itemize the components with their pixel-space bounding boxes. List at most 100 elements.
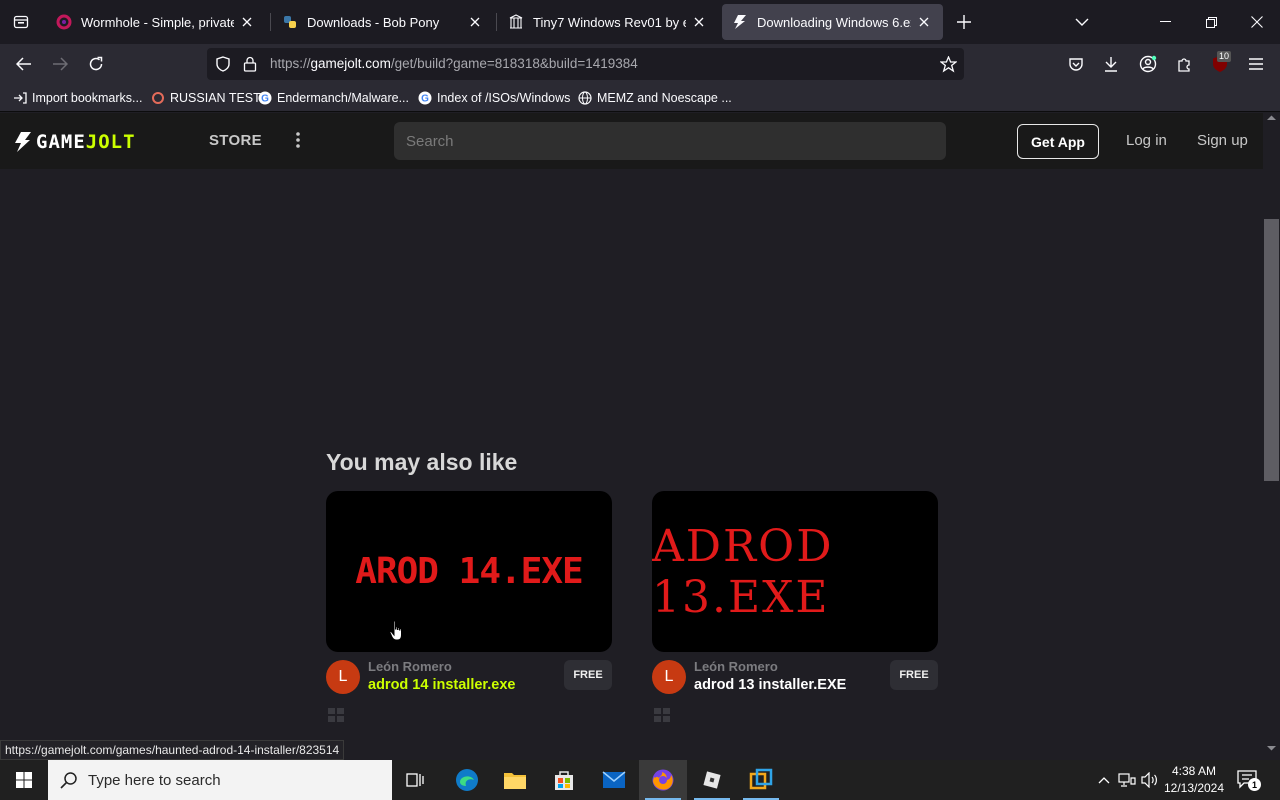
download-icon <box>1105 57 1117 72</box>
firefox-icon <box>652 769 674 791</box>
tracking-protection-shield-icon[interactable] <box>215 56 231 72</box>
game-card-adrod-14[interactable]: AROD 14.EXE L León Romero adrod 14 insta… <box>326 491 612 722</box>
price-badge: FREE <box>890 660 938 690</box>
action-center-button[interactable]: 1 <box>1236 768 1261 792</box>
taskbar-virtual-machine[interactable] <box>737 760 785 800</box>
bookmark-label: RUSSIAN TEST <box>170 91 261 105</box>
thumbnail-text: ADROD 13.EXE <box>652 520 834 623</box>
address-bar[interactable]: https://gamejolt.com/get/build?game=8183… <box>207 48 964 80</box>
close-window-button[interactable] <box>1234 0 1280 44</box>
taskbar-mail[interactable] <box>590 760 638 800</box>
extensions-button[interactable] <box>1168 48 1200 80</box>
author-name[interactable]: León Romero <box>368 659 452 674</box>
tab-wormhole[interactable]: Wormhole - Simple, private file <box>46 4 266 40</box>
store-link[interactable]: STORE <box>209 132 262 149</box>
system-clock[interactable]: 4:38 AM 12/13/2024 <box>1160 763 1228 797</box>
game-thumbnail[interactable]: ADROD 13.EXE <box>652 491 938 652</box>
archive-favicon-icon <box>508 14 524 30</box>
taskbar-edge[interactable] <box>443 760 491 800</box>
navigation-toolbar: https://gamejolt.com/get/build?game=8183… <box>0 44 1280 84</box>
mail-icon <box>602 771 626 788</box>
bookmark-star-button[interactable] <box>938 54 958 74</box>
scrollbar-thumb[interactable] <box>1264 219 1279 481</box>
taskbar-file-explorer[interactable] <box>491 760 539 800</box>
account-icon <box>1139 55 1157 73</box>
lock-icon[interactable] <box>243 56 257 72</box>
game-card-adrod-13[interactable]: ADROD 13.EXE L León Romero adrod 13 inst… <box>652 491 938 722</box>
bookmark-memz[interactable]: MEMZ and Noescape ... <box>577 90 732 106</box>
close-tab-icon[interactable] <box>915 13 933 31</box>
arrow-left-icon <box>16 57 31 71</box>
get-app-button[interactable]: Get App <box>1017 124 1099 159</box>
google-icon: G <box>257 90 273 106</box>
google-icon: G <box>417 90 433 106</box>
tab-downloads-bob-pony[interactable]: Downloads - Bob Pony <box>272 4 494 40</box>
chevron-down-icon <box>1075 18 1089 26</box>
game-title[interactable]: adrod 13 installer.EXE <box>694 677 846 693</box>
edge-icon <box>456 769 478 791</box>
start-button[interactable] <box>0 760 48 800</box>
tab-title: Downloads - Bob Pony <box>307 14 440 30</box>
close-tab-icon[interactable] <box>466 13 484 31</box>
account-button[interactable] <box>1132 48 1164 80</box>
game-thumbnail[interactable]: AROD 14.EXE <box>326 491 612 652</box>
tab-title: Downloading Windows 6.exe - ( <box>757 14 911 30</box>
volume-tray-button[interactable] <box>1140 770 1160 790</box>
chevron-up-icon <box>1098 777 1110 784</box>
close-tab-icon[interactable] <box>690 13 708 31</box>
back-button[interactable] <box>8 48 40 80</box>
scroll-down-arrow-icon[interactable] <box>1267 745 1276 751</box>
windows-logo-icon <box>16 772 32 788</box>
url-text[interactable]: https://gamejolt.com/get/build?game=8183… <box>270 56 638 71</box>
notification-count-badge: 1 <box>1248 778 1261 791</box>
gamejolt-logo[interactable]: GAMEJOLT <box>14 131 136 153</box>
firefox-view-icon <box>13 15 29 29</box>
taskbar-firefox[interactable] <box>639 760 687 800</box>
section-title: You may also like <box>326 449 518 475</box>
tab-title: Wormhole - Simple, private file <box>81 14 234 30</box>
ublock-extension-button[interactable]: 10 <box>1204 48 1236 80</box>
tab-tiny7[interactable]: Tiny7 Windows Rev01 by eXPert <box>498 4 718 40</box>
scroll-up-arrow-icon[interactable] <box>1267 115 1276 121</box>
close-tab-icon[interactable] <box>238 13 256 31</box>
vertical-dots-icon <box>296 132 300 148</box>
svg-text:G: G <box>421 94 429 105</box>
tab-separator <box>270 13 271 31</box>
minimize-button[interactable] <box>1142 0 1188 44</box>
bookmark-endermanch[interactable]: G Endermanch/Malware... <box>257 90 409 106</box>
taskbar-store[interactable] <box>540 760 588 800</box>
page-scrollbar[interactable] <box>1263 113 1280 760</box>
list-all-tabs-button[interactable] <box>1070 10 1094 34</box>
show-hidden-icons-button[interactable] <box>1094 770 1114 790</box>
taskbar-roblox[interactable] <box>688 760 736 800</box>
gamejolt-favicon-icon <box>732 14 748 30</box>
downloads-button[interactable] <box>1095 48 1127 80</box>
windows-platform-icon <box>654 708 670 722</box>
restore-button[interactable] <box>1188 0 1234 44</box>
site-search-input[interactable] <box>394 122 946 160</box>
new-tab-button[interactable] <box>952 10 976 34</box>
avatar[interactable]: L <box>652 660 686 694</box>
bookmark-import[interactable]: Import bookmarks... <box>12 90 142 106</box>
bookmark-russian-test[interactable]: RUSSIAN TEST <box>150 90 261 106</box>
wormhole-favicon-icon <box>56 14 72 30</box>
login-link[interactable]: Log in <box>1126 132 1167 149</box>
avatar[interactable]: L <box>326 660 360 694</box>
firefox-view-button[interactable] <box>0 0 42 44</box>
game-title[interactable]: adrod 14 installer.exe <box>368 677 516 693</box>
signup-link[interactable]: Sign up <box>1197 132 1248 149</box>
network-tray-button[interactable] <box>1117 770 1137 790</box>
more-menu-button[interactable] <box>290 130 306 150</box>
reload-button[interactable] <box>80 48 112 80</box>
svg-text:G: G <box>261 94 269 105</box>
task-view-button[interactable] <box>392 760 440 800</box>
taskbar-search-input[interactable] <box>48 760 392 800</box>
app-menu-button[interactable] <box>1240 48 1272 80</box>
tab-gamejolt-downloading[interactable]: Downloading Windows 6.exe - ( <box>722 4 943 40</box>
pocket-button[interactable] <box>1060 48 1092 80</box>
author-name[interactable]: León Romero <box>694 659 778 674</box>
game-card-meta: L León Romero adrod 14 installer.exe FRE… <box>326 659 612 722</box>
url-scheme: https:// <box>270 56 311 71</box>
bookmark-index-isos[interactable]: G Index of /ISOs/Windows <box>417 90 570 106</box>
forward-button[interactable] <box>44 48 76 80</box>
